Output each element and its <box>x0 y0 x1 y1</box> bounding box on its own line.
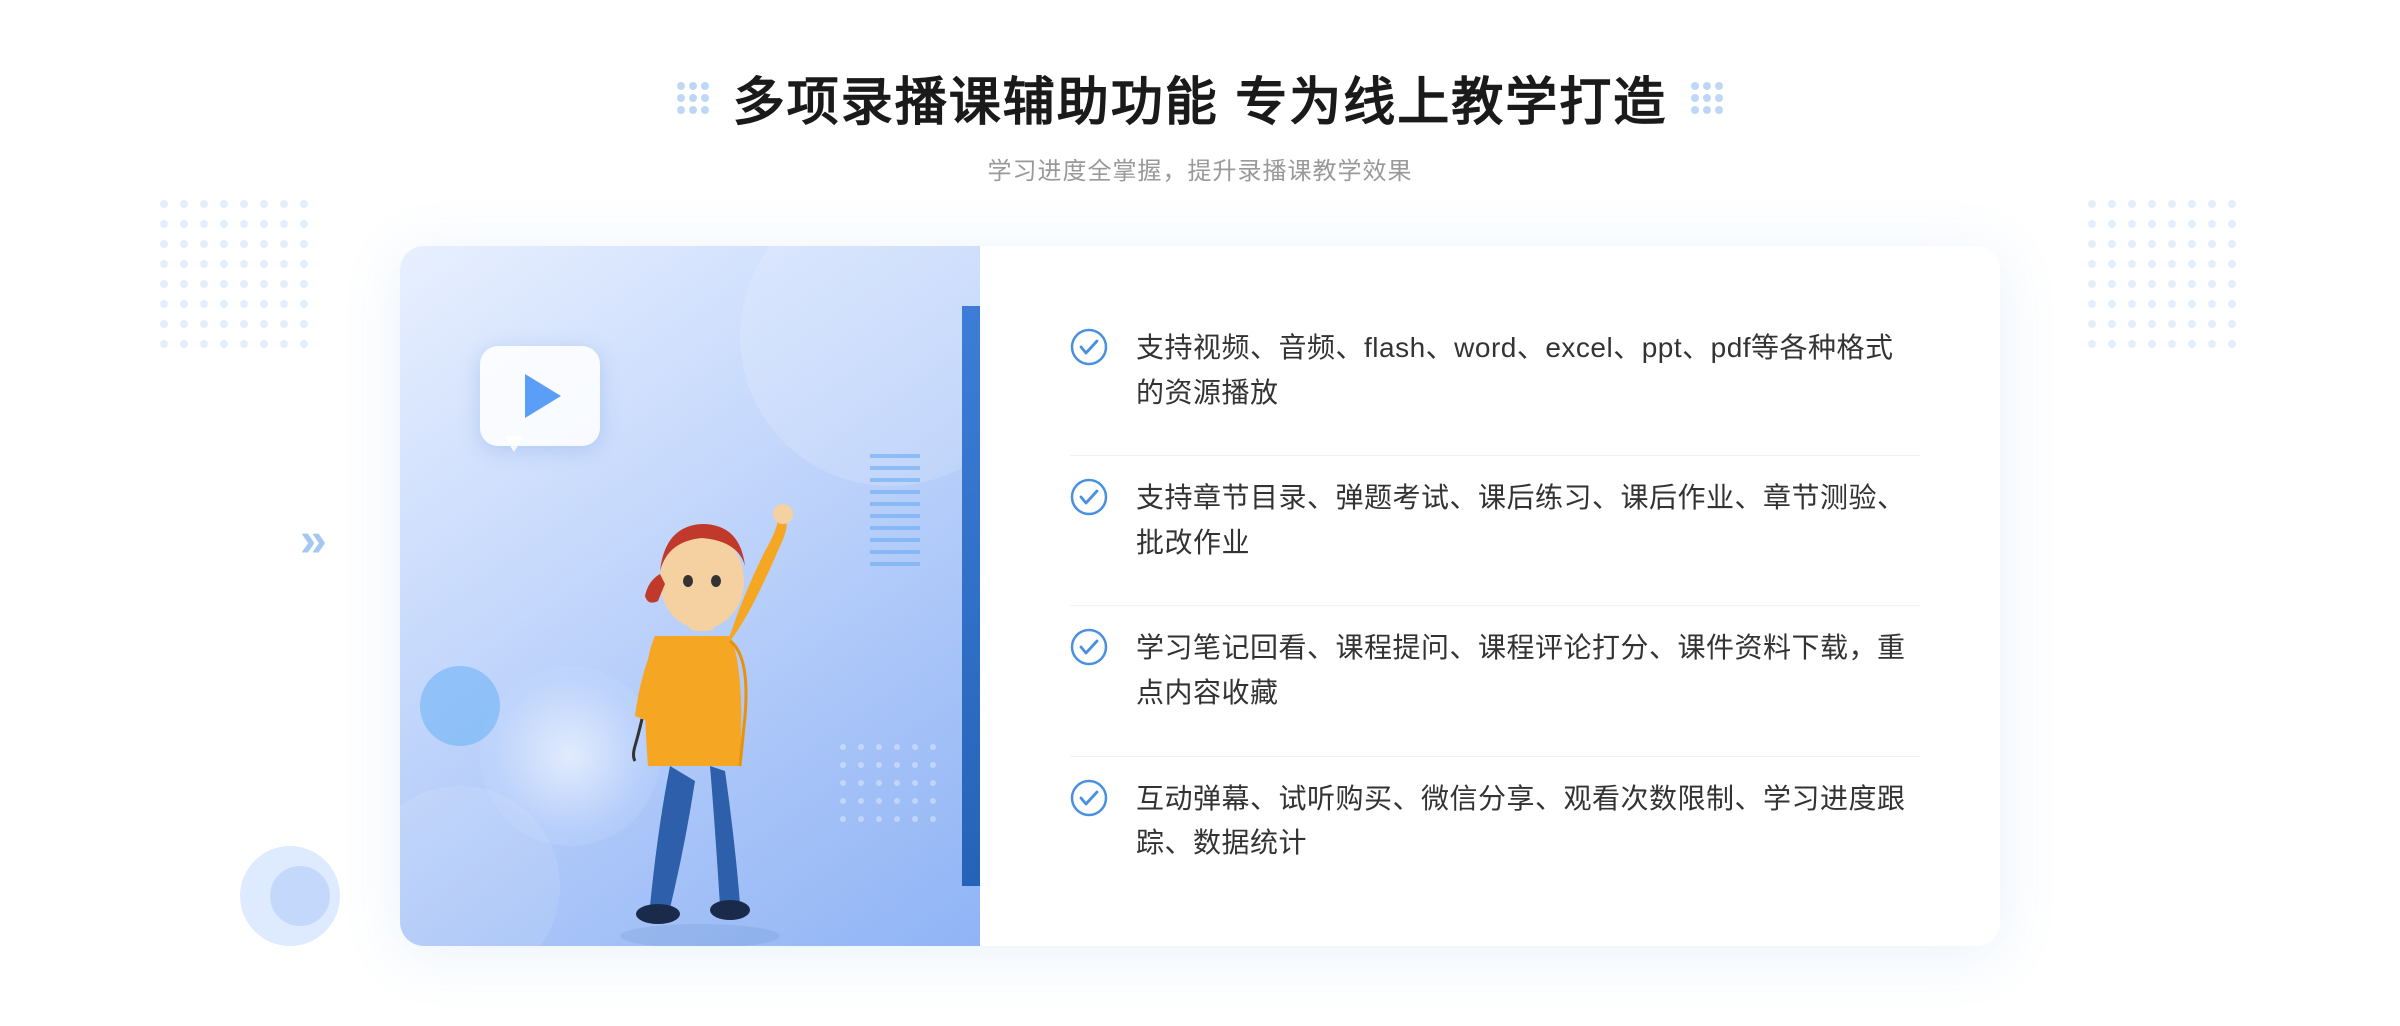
right-features-panel: 支持视频、音频、flash、word、excel、ppt、pdf等各种格式的资源… <box>980 246 2000 946</box>
feature-item: 互动弹幕、试听购买、微信分享、观看次数限制、学习进度跟踪、数据统计 <box>1070 756 1920 887</box>
feature-text-3: 学习笔记回看、课程提问、课程评论打分、课件资料下载，重点内容收藏 <box>1136 626 1920 716</box>
page-wrapper: » 多项录播课辅助功能 专为线上教学打造 学习进度全掌握，提升录播课教学效果 <box>0 0 2400 1026</box>
person-illustration <box>460 406 940 946</box>
title-decorator-left <box>677 82 709 114</box>
feature-text-1: 支持视频、音频、flash、word、excel、ppt、pdf等各种格式的资源… <box>1136 326 1920 416</box>
feature-item: 学习笔记回看、课程提问、课程评论打分、课件资料下载，重点内容收藏 <box>1070 605 1920 736</box>
blue-circle-bottom-left-inner <box>270 866 330 926</box>
person-svg <box>540 426 860 946</box>
check-icon-1 <box>1070 328 1108 366</box>
feature-item: 支持视频、音频、flash、word、excel、ppt、pdf等各种格式的资源… <box>1070 306 1920 436</box>
feature-text-2: 支持章节目录、弹题考试、课后练习、课后作业、章节测验、批改作业 <box>1136 476 1920 566</box>
title-row: 多项录播课辅助功能 专为线上教学打造 <box>0 60 2400 135</box>
bg-dots-left <box>160 200 312 352</box>
sub-title: 学习进度全掌握，提升录播课教学效果 <box>0 151 2400 186</box>
bg-dots-right <box>2088 200 2240 352</box>
check-icon-2 <box>1070 478 1108 516</box>
feature-text-4: 互动弹幕、试听购买、微信分享、观看次数限制、学习进度跟踪、数据统计 <box>1136 777 1920 867</box>
check-icon-3 <box>1070 628 1108 666</box>
left-illustration-panel <box>400 246 980 946</box>
blue-accent-bar <box>962 306 980 886</box>
check-icon-4 <box>1070 779 1108 817</box>
main-title: 多项录播课辅助功能 专为线上教学打造 <box>733 60 1667 135</box>
title-decorator-right <box>1691 82 1723 114</box>
header-section: 多项录播课辅助功能 专为线上教学打造 学习进度全掌握，提升录播课教学效果 <box>0 60 2400 186</box>
main-content: 支持视频、音频、flash、word、excel、ppt、pdf等各种格式的资源… <box>400 246 2000 946</box>
outer-arrow-left-icon: » <box>300 513 327 568</box>
feature-item: 支持章节目录、弹题考试、课后练习、课后作业、章节测验、批改作业 <box>1070 455 1920 586</box>
